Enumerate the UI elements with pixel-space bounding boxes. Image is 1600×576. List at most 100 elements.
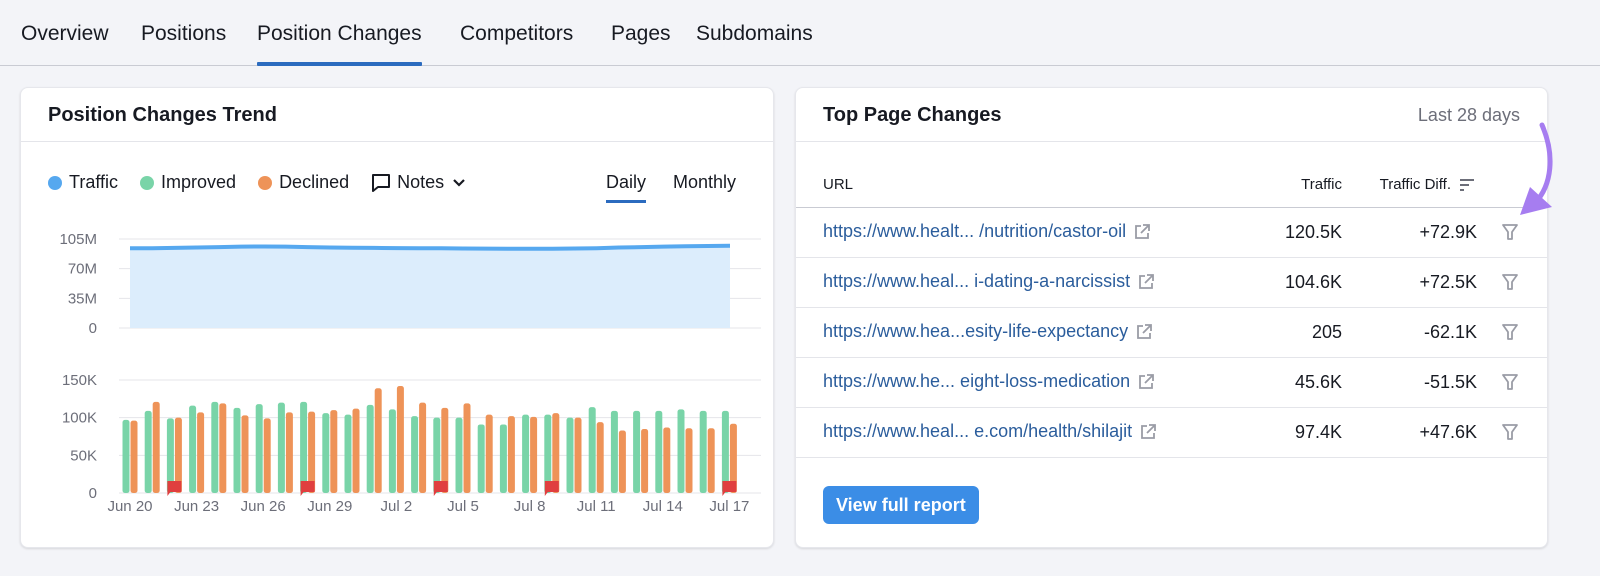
x-tick-label: Jul 8: [514, 498, 546, 515]
traffic-value: 205: [1311, 322, 1342, 342]
traffic-diff-value: +47.6K: [1419, 422, 1477, 442]
table-row: https://www.heal... e.com/health/shilaji…: [796, 408, 1547, 458]
filter-icon[interactable]: [1501, 223, 1519, 241]
page-url-link[interactable]: https://www.heal... i-dating-a-narcissis…: [823, 271, 1155, 292]
note-flag-icon: [167, 481, 182, 496]
top-page-changes-card: Top Page Changes Last 28 days URL Traffi…: [795, 87, 1548, 548]
traffic-value: 97.4K: [1294, 422, 1342, 442]
filter-icon[interactable]: [1501, 373, 1519, 391]
tab-subdomains[interactable]: Subdomains: [696, 22, 813, 46]
improved-bar: [277, 402, 285, 493]
page-url-link[interactable]: https://www.he... eight-loss-medication: [823, 371, 1155, 392]
y-tick-label: 35M: [68, 290, 97, 307]
declined-bar: [419, 402, 427, 493]
improved-bar: [344, 414, 352, 493]
external-link-icon[interactable]: [1139, 423, 1157, 441]
position-changes-trend-card: Position Changes Trend Traffic Improved …: [20, 87, 774, 548]
tab-positions[interactable]: Positions: [141, 22, 226, 46]
declined-bar: [507, 416, 515, 493]
annotation-arrow-icon: [1520, 122, 1553, 215]
filter-icon[interactable]: [1501, 423, 1519, 441]
column-label: Traffic Diff.: [1379, 176, 1451, 193]
declined-bar: [396, 386, 404, 493]
x-tick-label: Jul 11: [577, 498, 616, 515]
improved-bar: [499, 424, 507, 493]
y-tick-label: 150K: [62, 372, 97, 389]
declined-bar: [152, 401, 160, 493]
x-tick-label: Jul 2: [381, 498, 413, 515]
tab-overview[interactable]: Overview: [21, 22, 109, 46]
declined-bar: [685, 428, 693, 493]
traffic-line: [130, 243, 731, 251]
declined-bar: [641, 428, 649, 493]
sort-icon: [1460, 178, 1474, 191]
improved-bar: [610, 410, 618, 493]
declined-bar: [130, 420, 138, 493]
improved-bar: [300, 401, 308, 493]
page-url: https://www.heal... e.com/health/shilaji…: [823, 421, 1133, 441]
page-url: https://www.hea...esity-life-expectancy: [823, 321, 1129, 341]
traffic-value: 104.6K: [1284, 272, 1342, 292]
improved-bar: [122, 419, 130, 493]
declined-bar: [241, 415, 249, 493]
x-tick-label: Jun 26: [241, 498, 286, 515]
declined-bar: [285, 412, 293, 493]
declined-bar: [441, 407, 449, 493]
improved-bar: [255, 404, 263, 493]
y-tick-label: 0: [89, 320, 97, 337]
page-url: https://www.heal... i-dating-a-narcissis…: [823, 271, 1131, 291]
improved-bar: [366, 404, 374, 493]
tab-position-changes[interactable]: Position Changes: [257, 22, 422, 66]
traffic-value: 45.6K: [1294, 372, 1342, 392]
improved-bar: [455, 417, 463, 493]
improved-bar: [233, 407, 241, 493]
column-header-traffic[interactable]: Traffic: [1301, 176, 1342, 193]
x-tick-label: Jul 17: [709, 498, 749, 515]
page-url-link[interactable]: https://www.healt... /nutrition/castor-o…: [823, 221, 1151, 242]
report-tabs: Overview Positions Position Changes Comp…: [0, 0, 1600, 66]
improved-bar: [522, 414, 530, 493]
declined-bar: [308, 411, 316, 493]
improved-bar: [189, 405, 197, 493]
filter-icon[interactable]: [1501, 273, 1519, 291]
improved-bar: [211, 401, 219, 493]
declined-bar: [574, 417, 582, 493]
declined-bar: [663, 427, 671, 493]
improved-bar: [477, 424, 485, 493]
view-full-report-button[interactable]: View full report: [823, 486, 979, 524]
traffic-diff-value: -51.5K: [1423, 372, 1477, 392]
improved-bar: [588, 407, 596, 493]
improved-bar: [322, 413, 330, 493]
y-tick-label: 100K: [62, 410, 97, 427]
traffic-diff-value: -62.1K: [1423, 322, 1477, 342]
improved-bar: [677, 409, 685, 493]
tab-competitors[interactable]: Competitors: [460, 22, 573, 46]
declined-bar: [530, 416, 538, 493]
improved-bar: [699, 410, 707, 493]
external-link-icon[interactable]: [1135, 323, 1153, 341]
card-header: Top Page Changes Last 28 days: [796, 88, 1547, 142]
external-link-icon[interactable]: [1137, 273, 1155, 291]
page-url-link[interactable]: https://www.hea...esity-life-expectancy: [823, 321, 1153, 342]
tab-pages[interactable]: Pages: [611, 22, 671, 46]
page-url-link[interactable]: https://www.heal... e.com/health/shilaji…: [823, 421, 1157, 442]
y-tick-label: 70M: [68, 261, 97, 278]
column-header-traffic-diff[interactable]: Traffic Diff.: [1380, 176, 1475, 193]
declined-bar: [485, 414, 493, 493]
declined-bar: [330, 410, 338, 493]
declined-bar: [352, 408, 360, 493]
table-row: https://www.healt... /nutrition/castor-o…: [796, 208, 1547, 258]
improved-bar: [721, 410, 729, 493]
page-url: https://www.healt... /nutrition/castor-o…: [823, 221, 1127, 241]
external-link-icon[interactable]: [1137, 373, 1155, 391]
table-row: https://www.heal... i-dating-a-narcissis…: [796, 258, 1547, 308]
filter-icon[interactable]: [1501, 323, 1519, 341]
traffic-value: 120.5K: [1284, 222, 1342, 242]
improved-bar: [566, 417, 574, 493]
external-link-icon[interactable]: [1133, 223, 1151, 241]
declined-bar: [707, 428, 715, 493]
declined-bar: [463, 403, 471, 493]
table-row: https://www.he... eight-loss-medication 4…: [796, 358, 1547, 408]
y-tick-label: 0: [89, 485, 97, 502]
improved-bar: [411, 416, 419, 493]
